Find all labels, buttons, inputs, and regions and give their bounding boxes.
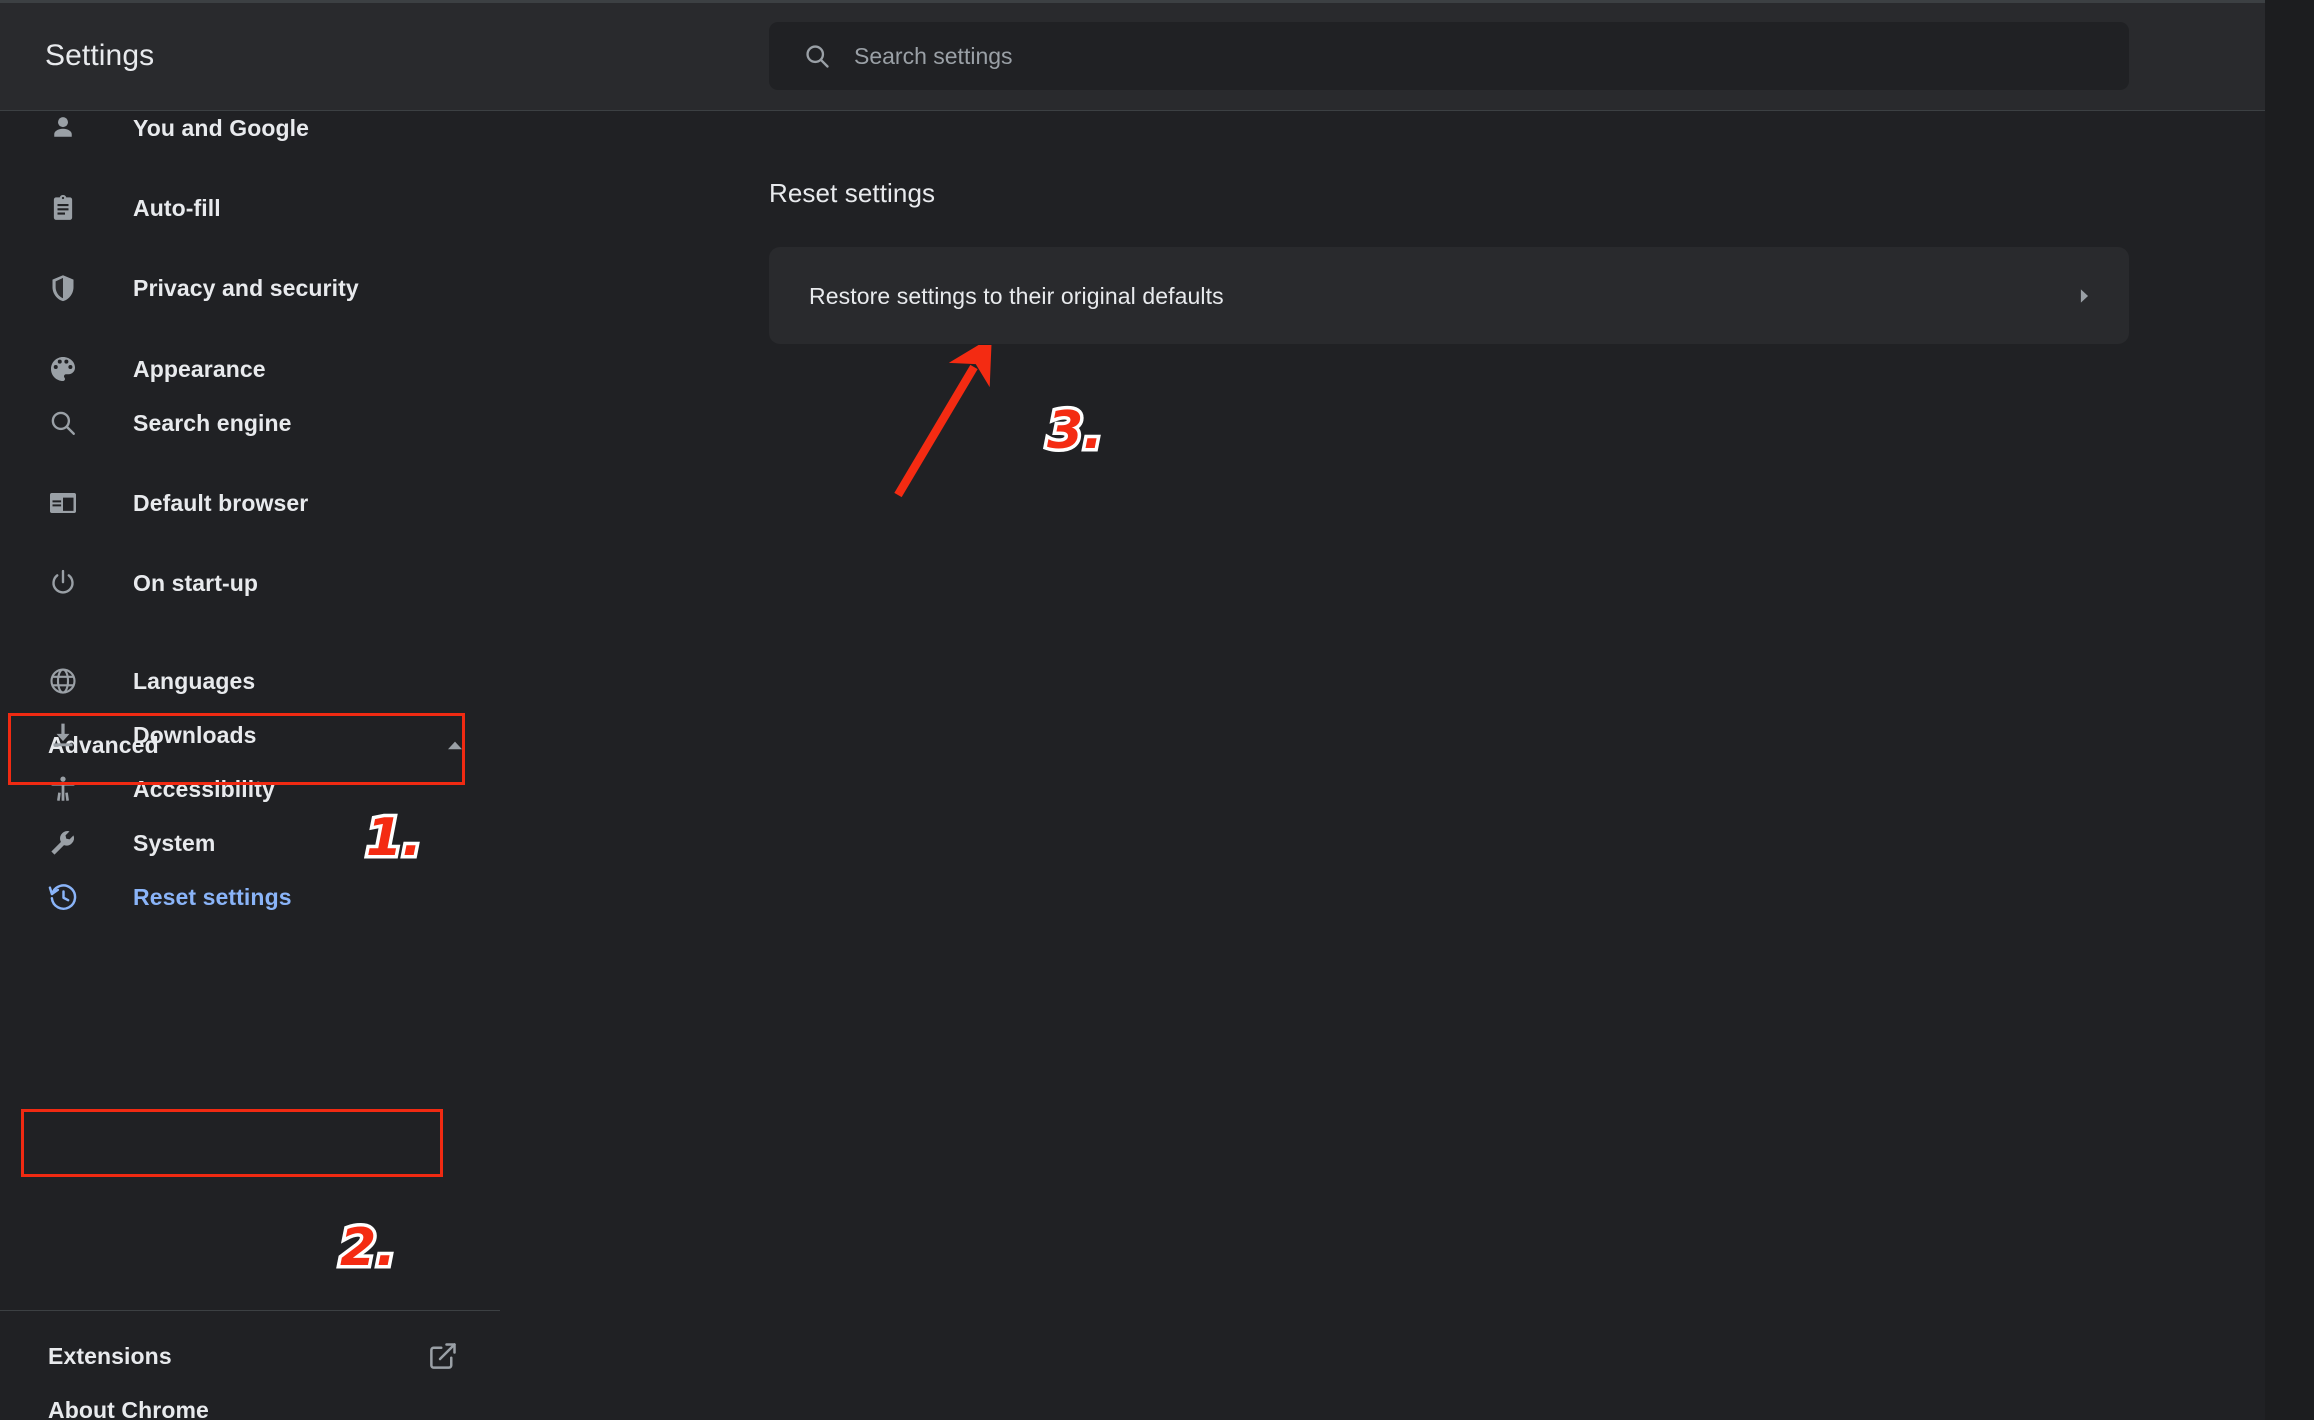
sidebar-item-label: Reset settings: [133, 884, 292, 910]
search-settings-field[interactable]: Search settings: [769, 22, 2129, 90]
sidebar-item-reset-settings[interactable]: Reset settings: [0, 874, 500, 920]
sidebar-nav: You and Google Auto-fill Privacy and sec…: [0, 112, 500, 1420]
window-right-edge: [2265, 0, 2314, 1420]
sidebar-item-label: Default browser: [133, 490, 309, 516]
sidebar-item-search-engine[interactable]: Search engine: [0, 400, 500, 446]
search-icon: [46, 406, 80, 440]
page-title: Settings: [45, 39, 155, 72]
sidebar-item-label: Auto-fill: [133, 195, 221, 221]
sidebar-item-label: Accessibility: [133, 776, 275, 802]
sidebar-item-on-start-up[interactable]: On start-up: [0, 560, 500, 606]
sidebar-item-you-and-google[interactable]: You and Google: [0, 105, 500, 151]
accessibility-icon: [46, 772, 80, 806]
sidebar-item-extensions[interactable]: Extensions: [0, 1334, 500, 1378]
sidebar-item-downloads[interactable]: Downloads: [0, 712, 500, 758]
sidebar-item-label: Languages: [133, 668, 256, 694]
wrench-icon: [46, 826, 80, 860]
sidebar-item-appearance[interactable]: Appearance: [0, 346, 500, 392]
globe-icon: [46, 664, 80, 698]
sidebar-divider: [0, 1310, 500, 1311]
restore-settings-row[interactable]: Restore settings to their original defau…: [769, 247, 2129, 344]
clipboard-icon: [46, 191, 80, 225]
sidebar-item-auto-fill[interactable]: Auto-fill: [0, 185, 500, 231]
sidebar-item-languages[interactable]: Languages: [0, 658, 500, 704]
person-icon: [46, 111, 80, 145]
settings-page: Settings Search settings You and Google: [0, 0, 2314, 1420]
restore-settings-label: Restore settings to their original defau…: [809, 282, 1224, 309]
sidebar-item-label: System: [133, 830, 216, 856]
sidebar-item-label: Downloads: [133, 722, 257, 748]
sidebar-item-privacy-and-security[interactable]: Privacy and security: [0, 265, 500, 311]
restore-clock-icon: [46, 880, 80, 914]
search-icon: [802, 41, 832, 71]
sidebar-item-about-chrome[interactable]: About Chrome: [0, 1388, 500, 1420]
window-top-edge: [0, 0, 2265, 3]
power-icon: [46, 566, 80, 600]
sidebar-item-default-browser[interactable]: Default browser: [0, 480, 500, 526]
download-icon: [46, 718, 80, 752]
sidebar-item-label: You and Google: [133, 115, 310, 141]
browser-window-icon: [46, 486, 80, 520]
sidebar-item-label: On start-up: [133, 570, 259, 596]
sidebar-item-label: Privacy and security: [133, 275, 359, 301]
external-link-icon[interactable]: [428, 1341, 458, 1371]
sidebar-item-label: About Chrome: [48, 1397, 209, 1420]
palette-icon: [46, 352, 80, 386]
shield-icon: [46, 271, 80, 305]
sidebar-item-accessibility[interactable]: Accessibility: [0, 766, 500, 812]
sidebar-item-label: Appearance: [133, 356, 266, 382]
section-title: Reset settings: [769, 178, 936, 208]
sidebar-item-system[interactable]: System: [0, 820, 500, 866]
main-content: Reset settings Restore settings to their…: [500, 112, 2265, 1420]
search-placeholder-text: Search settings: [854, 43, 1013, 69]
sidebar-item-label: Extensions: [48, 1343, 172, 1369]
chevron-right-icon: [2071, 283, 2097, 309]
sidebar-item-label: Search engine: [133, 410, 292, 436]
top-bar: Settings Search settings: [0, 0, 2265, 111]
